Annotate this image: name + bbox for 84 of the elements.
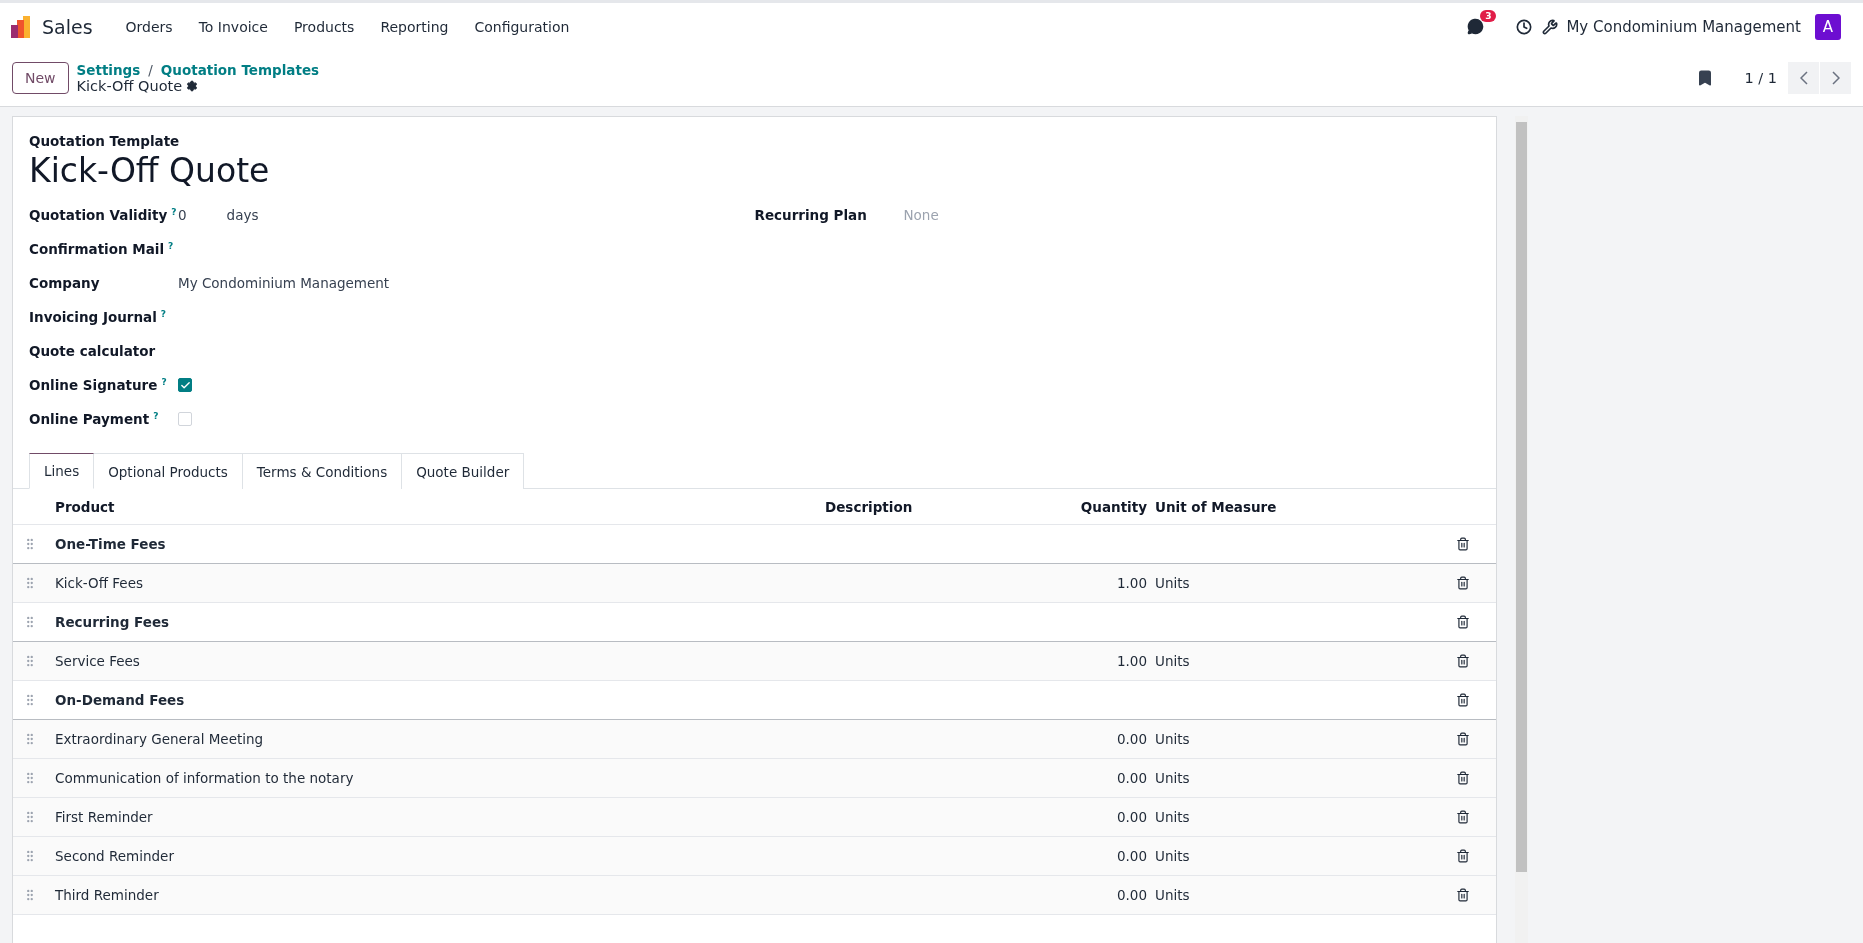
template-name-field[interactable]: Kick-Off Quote [29, 151, 1480, 190]
help-tooltip[interactable]: ? [153, 411, 159, 421]
delete-icon[interactable] [1456, 810, 1470, 824]
field-label: Invoicing Journal [29, 309, 157, 325]
menu-item[interactable]: Reporting [367, 18, 462, 35]
product-cell-text: Third Reminder [54, 887, 160, 903]
product-cell-text: Extraordinary General Meeting [54, 731, 265, 747]
field-label: Quotation Validity [29, 207, 168, 223]
user-avatar[interactable]: A [1815, 13, 1841, 40]
breadcrumb-link[interactable]: Quotation Templates [160, 62, 320, 78]
delete-icon[interactable] [1456, 537, 1470, 551]
delete-icon[interactable] [1456, 849, 1470, 863]
chat-icon[interactable] [1467, 18, 1485, 35]
column-header[interactable]: Description [817, 498, 1027, 515]
clock-icon[interactable] [1516, 18, 1533, 35]
product-cell-text: First Reminder [54, 809, 154, 825]
help-tooltip[interactable]: ? [160, 309, 167, 319]
tab[interactable]: Quote Builder [401, 453, 525, 489]
unit-cell-text: Units [1154, 575, 1191, 591]
new-button[interactable]: New [12, 62, 69, 94]
breadcrumb-separator: / [148, 62, 153, 78]
form-caption: Quotation Template [29, 133, 181, 149]
message-count-badge: 3 [1480, 10, 1497, 22]
tab[interactable]: Lines [29, 453, 95, 489]
field-label: Recurring Plan [754, 207, 867, 223]
delete-icon[interactable] [1456, 732, 1470, 746]
quantity-cell-text: 0.00 [1115, 770, 1147, 786]
field-label: Quote calculator [29, 343, 156, 359]
unit-cell-text: Units [1154, 770, 1191, 786]
help-tooltip[interactable]: ? [161, 377, 167, 387]
section-name: On-Demand Fees [54, 692, 186, 708]
unit-cell-text: Units [1154, 809, 1191, 825]
section-name: One-Time Fees [54, 536, 167, 552]
column-header[interactable]: Product [47, 498, 817, 515]
product-cell-text: Communication of information to the notary [54, 770, 355, 786]
product-cell-text: Kick-Off Fees [54, 575, 144, 591]
tab[interactable]: Terms & Conditions [241, 453, 403, 489]
tab[interactable]: Optional Products [93, 453, 243, 489]
menu-item[interactable]: Orders [112, 18, 186, 35]
delete-icon[interactable] [1456, 771, 1470, 785]
field-label: Online Payment [29, 411, 150, 427]
breadcrumb-link[interactable]: Settings [76, 62, 141, 78]
column-header[interactable]: Quantity [1027, 498, 1147, 515]
quantity-cell-text: 1.00 [1115, 575, 1147, 591]
field-unit: days [226, 207, 259, 223]
unit-cell-text: Units [1154, 731, 1191, 747]
menu-item[interactable]: Products [280, 18, 368, 35]
unit-cell-text: Units [1154, 887, 1191, 903]
quantity-cell-text: 0.00 [1115, 887, 1147, 903]
menu-item[interactable]: To Invoice [185, 18, 281, 35]
unit-cell-text: Units [1154, 653, 1191, 669]
help-tooltip[interactable]: ? [171, 207, 177, 217]
record-name: Kick-Off Quote [76, 78, 183, 94]
chevron-left-icon [1799, 71, 1808, 85]
field-value[interactable]: 0 [178, 207, 187, 223]
delete-icon[interactable] [1456, 888, 1470, 902]
product-cell-text: Second Reminder [54, 848, 175, 864]
quantity-cell-text: 1.00 [1115, 653, 1147, 669]
field-label: Company [29, 275, 100, 291]
field-label: Confirmation Mail [29, 241, 165, 257]
delete-icon[interactable] [1456, 654, 1470, 668]
app-name[interactable]: Sales [42, 15, 93, 38]
checkbox[interactable] [178, 378, 192, 392]
field-value[interactable]: My Condominium Management [178, 275, 390, 291]
pager-value[interactable]: 1 / 1 [1744, 70, 1777, 86]
section-name: Recurring Fees [54, 614, 171, 630]
column-header[interactable]: Unit of Measure [1147, 498, 1456, 515]
product-cell-text: Service Fees [54, 653, 141, 669]
chevron-right-icon [1831, 71, 1840, 85]
delete-icon[interactable] [1456, 693, 1470, 707]
menu-item[interactable]: Configuration [461, 18, 583, 35]
quantity-cell-text: 0.00 [1115, 731, 1147, 747]
field-label: Online Signature [29, 377, 158, 393]
quantity-cell-text: 0.00 [1115, 848, 1147, 864]
unit-cell-text: Units [1154, 848, 1191, 864]
scrollbar-thumb[interactable] [1516, 122, 1527, 872]
settings-icon[interactable] [186, 80, 199, 92]
company-switcher[interactable]: My Condominium Management [1566, 17, 1801, 36]
app-logo-icon[interactable] [10, 15, 32, 38]
delete-icon[interactable] [1456, 576, 1470, 590]
help-tooltip[interactable]: ? [168, 241, 174, 251]
delete-icon[interactable] [1456, 615, 1470, 629]
tools-icon[interactable] [1542, 18, 1559, 35]
quantity-cell-text: 0.00 [1115, 809, 1147, 825]
